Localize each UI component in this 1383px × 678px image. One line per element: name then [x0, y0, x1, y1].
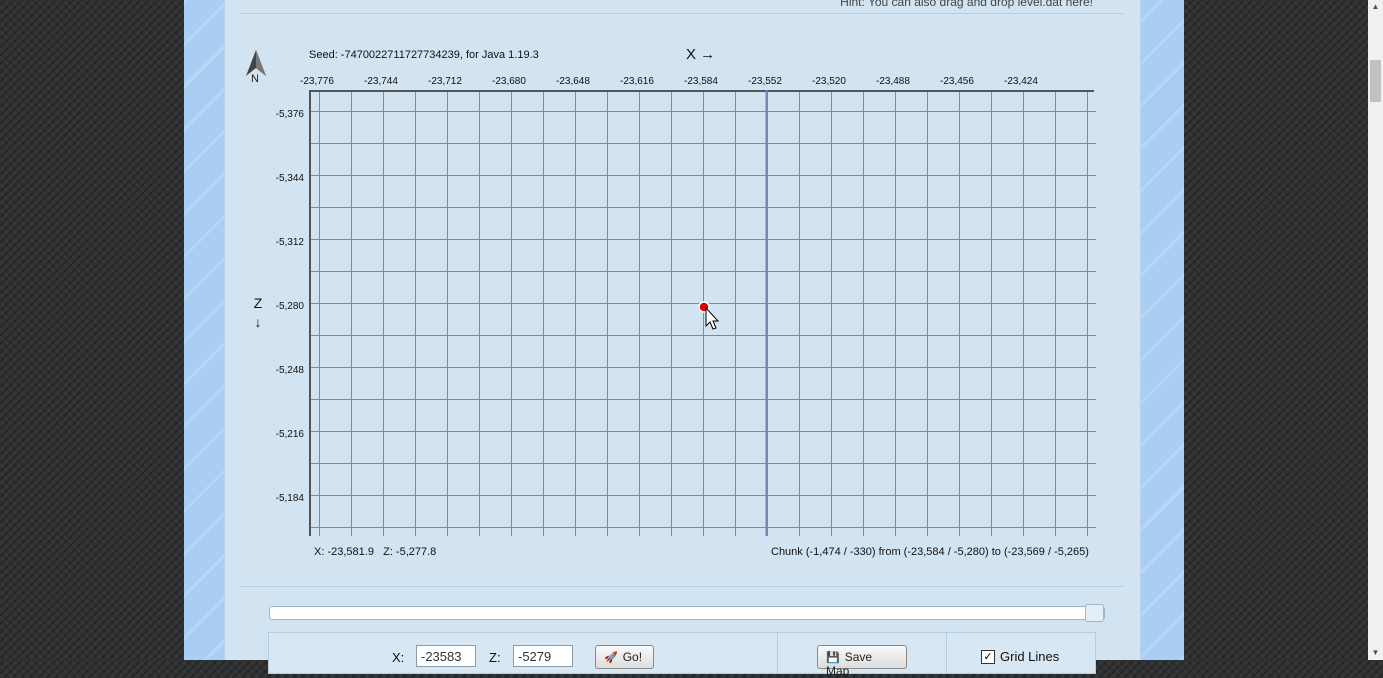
z-input-label: Z: [489, 650, 501, 665]
save-map-button[interactable]: 💾 Save Map [817, 645, 907, 678]
x-tick-label: -23,584 [684, 76, 718, 87]
z-tick-label: -5,184 [275, 493, 304, 504]
x-coordinate-input[interactable] [416, 645, 476, 667]
z-tick-label: -5,280 [275, 301, 304, 312]
scroll-down-arrow-icon[interactable]: ▼ [1370, 648, 1381, 657]
z-axis-text: Z ↓ [253, 295, 263, 330]
x-tick-label: -23,744 [364, 76, 398, 87]
map-canvas[interactable] [309, 90, 1096, 536]
z-tick-label: -5,376 [275, 109, 304, 120]
z-tick-label: -5,248 [275, 365, 304, 376]
seed-info: Seed: -7470022711727734239, for Java 1.1… [309, 49, 539, 61]
x-tick-label: -23,712 [428, 76, 462, 87]
chunk-info: Chunk (-1,474 / -330) from (-23,584 / -5… [771, 546, 1089, 558]
compass-letter: N [251, 73, 259, 85]
grid-lines-checkbox[interactable]: ✓ [981, 650, 995, 664]
x-input-label: X: [392, 650, 405, 665]
z-tick-label: -5,216 [275, 429, 304, 440]
go-button[interactable]: 🚀 Go! [595, 645, 654, 669]
x-tick-label: -23,488 [876, 76, 910, 87]
go-button-label: Go! [622, 650, 643, 664]
z-axis-label: Z ↓ [250, 294, 266, 332]
x-tick-label: -23,456 [940, 76, 974, 87]
x-tick-label: -23,552 [748, 76, 782, 87]
rocket-icon: 🚀 [604, 652, 618, 664]
x-axis-label: X → [686, 46, 716, 63]
x-tick-label: -23,776 [300, 76, 334, 87]
scrollbar-thumb[interactable] [1370, 60, 1381, 102]
z-coordinate-input[interactable] [513, 645, 573, 667]
hint-text: Hint: You can also drag and drop level.d… [840, 0, 1093, 9]
z-tick-label: -5,344 [275, 173, 304, 184]
x-tick-label: -23,648 [556, 76, 590, 87]
bottom-divider [240, 586, 1124, 587]
x-tick-label: -23,616 [620, 76, 654, 87]
mouse-cursor-icon [705, 306, 720, 330]
x-tick-label: -23,680 [492, 76, 526, 87]
zoom-slider-track[interactable] [269, 606, 1105, 620]
grid-lines-label[interactable]: Grid Lines [1000, 649, 1059, 664]
scroll-up-arrow-icon[interactable]: ▲ [1370, 2, 1381, 11]
x-tick-label: -23,520 [812, 76, 846, 87]
check-icon: ✓ [983, 651, 993, 663]
x-tick-label: -23,424 [1004, 76, 1038, 87]
top-divider [240, 13, 1124, 14]
cursor-coordinates: X: -23,581.9 Z: -5,277.8 [314, 546, 437, 558]
z-tick-label: -5,312 [275, 237, 304, 248]
floppy-icon: 💾 [826, 652, 840, 664]
zoom-slider-handle[interactable] [1085, 604, 1104, 622]
